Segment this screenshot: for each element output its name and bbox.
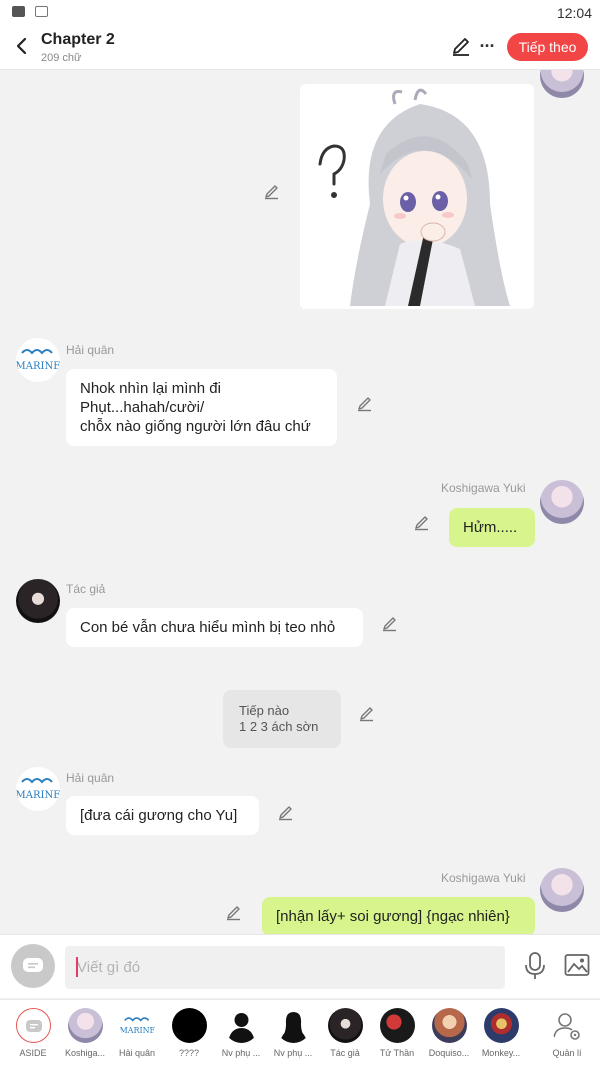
manage-characters-button[interactable]: Quản lí <box>542 1008 592 1064</box>
avatar <box>172 1008 207 1043</box>
more-options-button[interactable]: ··· <box>478 35 496 57</box>
svg-text:MARINE: MARINE <box>16 361 60 372</box>
text-cursor <box>76 957 78 977</box>
character-label: Doquiso... <box>428 1048 470 1058</box>
avatar <box>380 1008 415 1043</box>
character-aside[interactable]: ASIDE <box>8 1008 58 1064</box>
character-monkey[interactable]: Monkey... <box>476 1008 526 1064</box>
svg-text:MARINE: MARINE <box>16 790 60 801</box>
edit-chapter-button[interactable] <box>450 35 472 57</box>
character-side-2[interactable]: Nv phụ ... <box>268 1008 318 1064</box>
edit-message-button[interactable] <box>358 704 376 722</box>
avatar <box>484 1008 519 1043</box>
character-label: Monkey... <box>481 1048 521 1058</box>
message-type-button[interactable] <box>11 944 55 988</box>
message-bubble[interactable]: Hửm..... <box>449 508 535 547</box>
avatar[interactable] <box>540 70 584 98</box>
character-yuki[interactable]: Koshiga... <box>60 1008 110 1064</box>
sender-name: Hải quân <box>66 343 115 357</box>
marine-logo: MARINE <box>16 349 60 372</box>
sender-name: Tác giả <box>66 582 106 596</box>
edit-message-button[interactable] <box>413 513 431 531</box>
character-label: ASIDE <box>19 1048 47 1058</box>
narration-bubble[interactable]: Tiếp nào 1 2 3 ách sờn <box>223 690 341 748</box>
keyboard-notification-icon <box>35 6 48 17</box>
character-author[interactable]: Tác giả <box>320 1008 370 1064</box>
message-bubble[interactable]: [nhận lấy+ soi gương] {ngạc nhiên} <box>262 897 535 934</box>
sender-name: Hải quân <box>66 771 115 785</box>
avatar <box>432 1008 467 1043</box>
character-side-1[interactable]: Nv phụ ... <box>216 1008 266 1064</box>
character-label: Tử Thần <box>379 1048 415 1058</box>
image-icon[interactable] <box>564 953 590 977</box>
edit-message-button[interactable] <box>225 903 243 921</box>
aside-icon <box>16 1008 51 1043</box>
character-label: Nv phụ ... <box>221 1048 261 1058</box>
character-label: Tác giả <box>330 1048 360 1058</box>
message-input-bar <box>0 934 600 998</box>
pencil-icon <box>453 38 469 56</box>
character-bar: ASIDE Koshiga... MARINE Hải quân ???? Nv… <box>0 999 600 1067</box>
back-button[interactable] <box>8 32 36 60</box>
avatar[interactable] <box>16 579 60 623</box>
message-bubble[interactable]: [đưa cái gương cho Yu] <box>66 796 259 835</box>
sender-name: Koshigawa Yuki <box>441 871 526 885</box>
chat-area[interactable]: MARINE Hải quân Nhok nhìn lại mình đi Ph… <box>0 70 600 934</box>
marine-logo: MARINE <box>120 1008 155 1043</box>
anime-girl-sticker <box>300 84 534 309</box>
microphone-icon[interactable] <box>523 951 547 981</box>
chapter-title: Chapter 2 <box>41 31 115 48</box>
avatar[interactable]: MARINE <box>16 767 60 811</box>
character-doquiso[interactable]: Doquiso... <box>424 1008 474 1064</box>
sticker-image[interactable] <box>300 84 534 309</box>
character-label: ???? <box>178 1048 200 1058</box>
character-hai-quan[interactable]: MARINE Hải quân <box>112 1008 162 1064</box>
edit-message-button[interactable] <box>381 614 399 632</box>
avatar[interactable] <box>540 480 584 524</box>
marine-logo: MARINE <box>16 778 60 801</box>
gallery-notification-icon <box>12 6 25 17</box>
avatar <box>328 1008 363 1043</box>
message-input[interactable] <box>65 946 505 989</box>
avatar[interactable]: MARINE <box>16 338 60 382</box>
svg-text:MARINE: MARINE <box>120 1026 155 1035</box>
message-bubble[interactable]: Con bé vẫn chưa hiểu mình bị teo nhỏ <box>66 608 363 647</box>
chevron-left-icon <box>16 37 27 55</box>
character-tu-than[interactable]: Tử Thần <box>372 1008 422 1064</box>
avatar <box>68 1008 103 1043</box>
chat-bubble-icon <box>23 958 43 972</box>
manage-user-icon <box>550 1008 585 1043</box>
character-unknown[interactable]: ???? <box>164 1008 214 1064</box>
character-label: Koshiga... <box>64 1048 106 1058</box>
edit-message-button[interactable] <box>263 182 281 200</box>
silhouette-icon <box>224 1008 259 1043</box>
more-dots-icon: ··· <box>479 35 496 56</box>
next-chapter-button[interactable]: Tiếp theo <box>507 33 588 61</box>
edit-message-button[interactable] <box>277 803 295 821</box>
character-label: Quản lí <box>552 1048 582 1058</box>
status-bar: 12:04 <box>0 0 600 24</box>
edit-message-button[interactable] <box>356 394 374 412</box>
character-label: Nv phụ ... <box>273 1048 313 1058</box>
character-label: Hải quân <box>118 1048 156 1058</box>
message-bubble[interactable]: Nhok nhìn lại mình đi Phụt...hahah/cười/… <box>66 369 337 446</box>
word-count: 209 chữ <box>41 52 82 64</box>
avatar[interactable] <box>540 868 584 912</box>
silhouette-icon <box>276 1008 311 1043</box>
chapter-header: Chapter 2 209 chữ ··· Tiếp theo <box>0 24 600 70</box>
clock: 12:04 <box>556 5 592 21</box>
sender-name: Koshigawa Yuki <box>441 481 526 495</box>
